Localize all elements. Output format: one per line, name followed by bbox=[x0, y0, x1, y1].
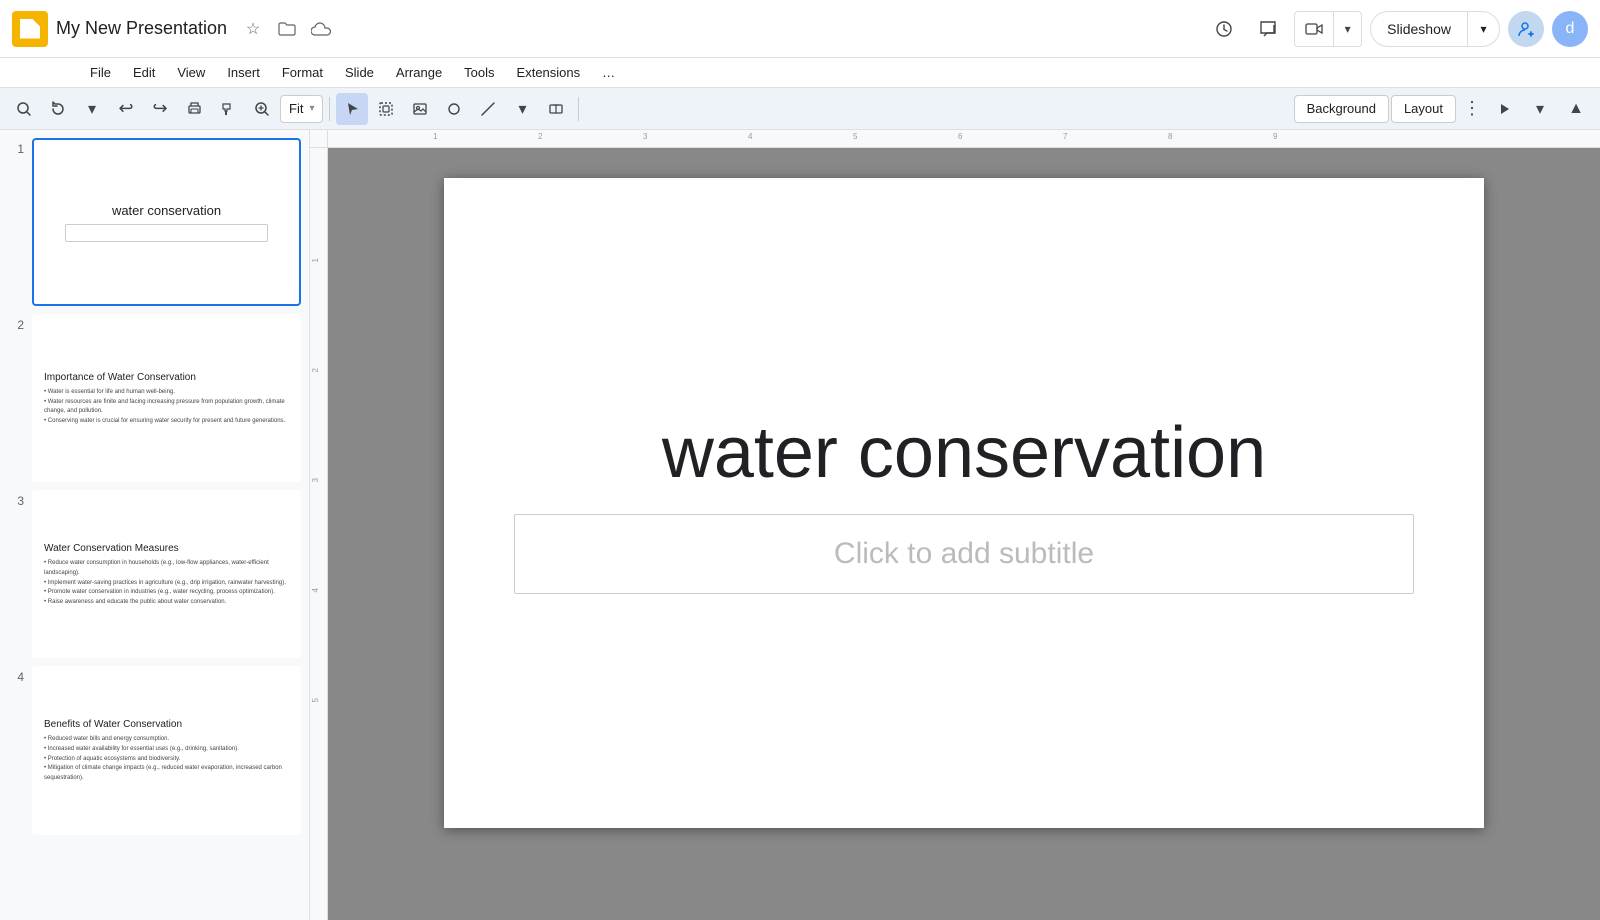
meet-chevron-icon[interactable]: ▾ bbox=[1333, 12, 1361, 46]
canvas-body: 12345 water conservation Click to add su… bbox=[310, 148, 1600, 920]
slide-subtitle-placeholder: Click to add subtitle bbox=[834, 537, 1094, 571]
undo-button[interactable] bbox=[42, 93, 74, 125]
toolbar-separator-1 bbox=[329, 97, 330, 121]
textbox-tool[interactable] bbox=[540, 93, 572, 125]
star-icon[interactable]: ☆ bbox=[239, 15, 267, 43]
menu-extensions[interactable]: Extensions bbox=[507, 61, 591, 84]
slide-subtitle-box[interactable]: Click to add subtitle bbox=[514, 514, 1414, 594]
comment-icon[interactable] bbox=[1250, 11, 1286, 47]
slide-item-2[interactable]: 2 Importance of Water Conservation• Water… bbox=[8, 314, 301, 482]
slide-item-1[interactable]: 1 water conservation bbox=[8, 138, 301, 306]
line-tool[interactable] bbox=[472, 93, 504, 125]
menu-file[interactable]: File bbox=[80, 61, 121, 84]
menu-edit[interactable]: Edit bbox=[123, 61, 165, 84]
meet-main-button[interactable] bbox=[1295, 12, 1333, 46]
background-button[interactable]: Background bbox=[1294, 95, 1389, 123]
paint-format-icon[interactable] bbox=[212, 93, 244, 125]
slide-thumb-3[interactable]: Water Conservation Measures• Reduce wate… bbox=[32, 490, 301, 658]
slide-item-4[interactable]: 4 Benefits of Water Conservation• Reduced… bbox=[8, 666, 301, 834]
select-group-tool[interactable] bbox=[370, 93, 402, 125]
menu-view[interactable]: View bbox=[167, 61, 215, 84]
toolbar-separator-2 bbox=[578, 97, 579, 121]
app-icon bbox=[12, 11, 48, 47]
slide-number-4: 4 bbox=[8, 670, 24, 684]
menu-arrange[interactable]: Arrange bbox=[386, 61, 452, 84]
slide-thumb-2[interactable]: Importance of Water Conservation• Water … bbox=[32, 314, 301, 482]
slideshow-button-group: Slideshow ▾ bbox=[1370, 11, 1500, 47]
slide-thumb-1[interactable]: water conservation bbox=[32, 138, 301, 306]
slide-main-title[interactable]: water conservation bbox=[662, 412, 1266, 494]
menu-more[interactable]: … bbox=[592, 61, 625, 84]
user-avatar[interactable]: d bbox=[1552, 11, 1588, 47]
cloud-icon[interactable] bbox=[307, 15, 335, 43]
slide-number-3: 3 bbox=[8, 494, 24, 508]
chevron-up-icon[interactable]: ▾ bbox=[1524, 93, 1556, 125]
shape-tool[interactable] bbox=[438, 93, 470, 125]
title-icons: ☆ bbox=[239, 15, 335, 43]
toolbar-right: ▾ ▲ bbox=[1488, 93, 1592, 125]
history-icon[interactable] bbox=[1206, 11, 1242, 47]
ruler-row: 123456789 bbox=[310, 130, 1600, 148]
zoom-value: Fit bbox=[289, 101, 303, 116]
menu-bar: File Edit View Insert Format Slide Arran… bbox=[0, 58, 1600, 88]
zoom-selector[interactable]: Fit ▾ bbox=[280, 95, 323, 123]
slide-number-1: 1 bbox=[8, 142, 24, 156]
slide-thumb-4[interactable]: Benefits of Water Conservation• Reduced … bbox=[32, 666, 301, 834]
zoom-icon[interactable] bbox=[246, 93, 278, 125]
slide-thumb-content-3: Water Conservation Measures• Reduce wate… bbox=[34, 492, 299, 656]
collapse-icon[interactable]: ▲ bbox=[1560, 93, 1592, 125]
add-person-button[interactable] bbox=[1508, 11, 1544, 47]
main-content: 1 water conservation 2 Importance of Water … bbox=[0, 130, 1600, 920]
ruler-vertical: 12345 bbox=[310, 148, 328, 920]
slide-number-2: 2 bbox=[8, 318, 24, 332]
undo-dropdown[interactable]: ▾ bbox=[76, 93, 108, 125]
menu-tools[interactable]: Tools bbox=[454, 61, 504, 84]
ruler-horizontal: 123456789 bbox=[328, 130, 1600, 148]
slide-thumb-content-4: Benefits of Water Conservation• Reduced … bbox=[34, 668, 299, 832]
slide-thumb-content-1: water conservation bbox=[34, 140, 299, 304]
menu-format[interactable]: Format bbox=[272, 61, 333, 84]
search-button[interactable] bbox=[8, 93, 40, 125]
present-mode-icon[interactable] bbox=[1488, 93, 1520, 125]
print-icon[interactable] bbox=[178, 93, 210, 125]
ruler-corner bbox=[310, 130, 328, 148]
slide-canvas: water conservation Click to add subtitle bbox=[444, 178, 1484, 828]
slideshow-chevron-icon[interactable]: ▾ bbox=[1467, 12, 1499, 46]
toolbar: ▾ ↩ ↪ Fit ▾ ▾ Background Layout ⋮ ▾ ▲ bbox=[0, 88, 1600, 130]
slide-item-3[interactable]: 3 Water Conservation Measures• Reduce wat… bbox=[8, 490, 301, 658]
meet-button-group: ▾ bbox=[1294, 11, 1362, 47]
redo-icon[interactable]: ↪ bbox=[144, 93, 176, 125]
canvas-outer: 123456789 12345 water conservation Click… bbox=[310, 130, 1600, 920]
layout-button[interactable]: Layout bbox=[1391, 95, 1456, 123]
slide-thumb-content-2: Importance of Water Conservation• Water … bbox=[34, 316, 299, 480]
slide-panel: 1 water conservation 2 Importance of Water … bbox=[0, 130, 310, 920]
folder-icon[interactable] bbox=[273, 15, 301, 43]
select-tool[interactable] bbox=[336, 93, 368, 125]
top-right-icons: ▾ Slideshow ▾ d bbox=[1206, 11, 1588, 47]
canvas-content: water conservation Click to add subtitle bbox=[328, 148, 1600, 920]
presentation-title: My New Presentation bbox=[56, 18, 227, 39]
line-dropdown[interactable]: ▾ bbox=[506, 93, 538, 125]
menu-insert[interactable]: Insert bbox=[217, 61, 270, 84]
slideshow-main-button[interactable]: Slideshow bbox=[1371, 12, 1467, 46]
top-bar: My New Presentation ☆ ▾ Slideshow ▾ bbox=[0, 0, 1600, 58]
undo-icon[interactable]: ↩ bbox=[110, 93, 142, 125]
menu-slide[interactable]: Slide bbox=[335, 61, 384, 84]
more-options-icon[interactable]: ⋮ bbox=[1458, 95, 1486, 123]
image-tool[interactable] bbox=[404, 93, 436, 125]
